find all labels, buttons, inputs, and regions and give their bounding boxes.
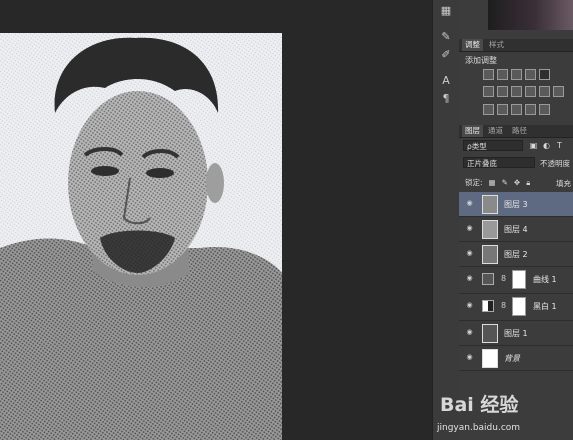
halftone-portrait-image [0, 33, 282, 440]
lock-label: 锁定: [465, 178, 483, 187]
visibility-eye-icon[interactable]: ◉ [465, 302, 474, 309]
layer-thumbnail [482, 220, 498, 239]
channel-mixer-icon[interactable] [539, 86, 550, 97]
adjustment-filter-icon[interactable]: ◐ [542, 141, 551, 150]
visibility-eye-icon[interactable]: ◉ [465, 200, 474, 207]
add-adjustment-heading: 添加调整 [465, 56, 497, 65]
tab-channels[interactable]: 通道 [485, 125, 506, 137]
adjustment-icons-row-1 [483, 69, 550, 80]
selective-color-icon[interactable] [525, 104, 536, 115]
lock-row: 锁定: ▦ ✎ ✥ 🔒︎ [465, 177, 530, 188]
layer-name: 背景 [504, 354, 520, 363]
posterize-icon[interactable] [497, 104, 508, 115]
adjustment-icons-row-2 [483, 86, 564, 97]
layer-row[interactable]: ◉ 图层 4 [459, 217, 573, 242]
exposure-icon[interactable] [525, 69, 536, 80]
layer-filter-icons: ▣ ◐ T [529, 141, 564, 150]
color-balance-icon[interactable] [497, 86, 508, 97]
layer-filter-dropdown[interactable]: ρ类型 [463, 140, 523, 151]
layer-name: 图层 3 [504, 200, 528, 209]
black-white-adjustment-icon [482, 300, 494, 312]
lock-pixels-icon[interactable]: ✎ [502, 178, 508, 187]
color-lookup-icon[interactable] [553, 86, 564, 97]
layer-thumbnail [482, 195, 498, 214]
tab-styles[interactable]: 样式 [486, 39, 507, 51]
visibility-eye-icon[interactable]: ◉ [465, 329, 474, 336]
black-white-icon[interactable] [511, 86, 522, 97]
tab-paths[interactable]: 路径 [509, 125, 530, 137]
layer-thumbnail [482, 349, 498, 368]
layer-row[interactable]: ◉ 图层 3 [459, 192, 573, 217]
paragraph-icon[interactable]: ¶ [439, 92, 453, 106]
panel-icon-strip: ▦ ✎ ✐ A ¶ [432, 0, 460, 440]
brush-preset-icon[interactable]: ✐ [439, 48, 453, 62]
brush-icon[interactable]: ✎ [439, 30, 453, 44]
gradient-map-icon[interactable] [539, 104, 550, 115]
lock-all-icon[interactable]: 🔒︎ [526, 178, 530, 188]
curves-icon[interactable] [511, 69, 522, 80]
layer-row[interactable]: ◉ 背景 [459, 346, 573, 371]
layers-tabbar: 图层 通道 路径 [459, 125, 573, 138]
layer-row[interactable]: ◉ 8 曲线 1 [459, 267, 573, 294]
link-icon[interactable]: 8 [501, 274, 506, 283]
tab-layers[interactable]: 图层 [462, 125, 483, 137]
layer-name: 图层 2 [504, 250, 528, 259]
watermark-logo: Bai 经验 [440, 394, 519, 416]
brightness-contrast-icon[interactable] [483, 69, 494, 80]
hue-saturation-icon[interactable] [483, 86, 494, 97]
type-filter-icon[interactable]: T [555, 141, 564, 150]
color-picker-field[interactable] [488, 0, 573, 30]
character-icon[interactable]: A [439, 74, 453, 88]
fill-label: 填充 [556, 179, 571, 188]
lock-transparent-icon[interactable]: ▦ [489, 178, 496, 187]
right-panel: 调整 样式 添加调整 图层 通道 路径 ρ类型 ▣ ◐ T 正片叠底 不透明度 [459, 0, 573, 440]
threshold-icon[interactable] [511, 104, 522, 115]
baidu-jingyan-watermark: Bai 经验 jingyan.baidu.com [434, 384, 573, 440]
visibility-eye-icon[interactable]: ◉ [465, 275, 474, 282]
tab-adjustments[interactable]: 调整 [462, 39, 483, 51]
layer-mask-thumbnail[interactable] [512, 270, 526, 289]
visibility-eye-icon[interactable]: ◉ [465, 225, 474, 232]
lock-position-icon[interactable]: ✥ [514, 178, 520, 187]
layer-name: 图层 1 [504, 329, 528, 338]
layer-thumbnail [482, 324, 498, 343]
adjustment-icons-row-3 [483, 104, 550, 115]
pixel-filter-icon[interactable]: ▣ [529, 141, 538, 150]
opacity-label: 不透明度 [540, 159, 570, 168]
layer-row[interactable]: ◉ 8 黑白 1 [459, 294, 573, 321]
vibrance-icon[interactable] [539, 69, 550, 80]
layer-name: 黑白 1 [533, 302, 557, 311]
layer-row[interactable]: ◉ 图层 2 [459, 242, 573, 267]
layer-name: 图层 4 [504, 225, 528, 234]
curves-adjustment-icon [482, 273, 494, 285]
adjustments-tabbar: 调整 样式 [459, 39, 573, 52]
layer-name: 曲线 1 [533, 275, 557, 284]
watermark-url: jingyan.baidu.com [437, 423, 521, 433]
visibility-eye-icon[interactable]: ◉ [465, 354, 474, 361]
link-icon[interactable]: 8 [501, 301, 506, 310]
levels-icon[interactable] [497, 69, 508, 80]
photo-filter-icon[interactable] [525, 86, 536, 97]
visibility-eye-icon[interactable]: ◉ [465, 250, 474, 257]
layer-thumbnail [482, 245, 498, 264]
invert-icon[interactable] [483, 104, 494, 115]
document-canvas[interactable] [0, 0, 432, 440]
history-icon[interactable]: ▦ [439, 4, 453, 18]
layer-mask-thumbnail[interactable] [512, 297, 526, 316]
layer-row[interactable]: ◉ 图层 1 [459, 321, 573, 346]
blend-mode-dropdown[interactable]: 正片叠底 [463, 157, 535, 168]
